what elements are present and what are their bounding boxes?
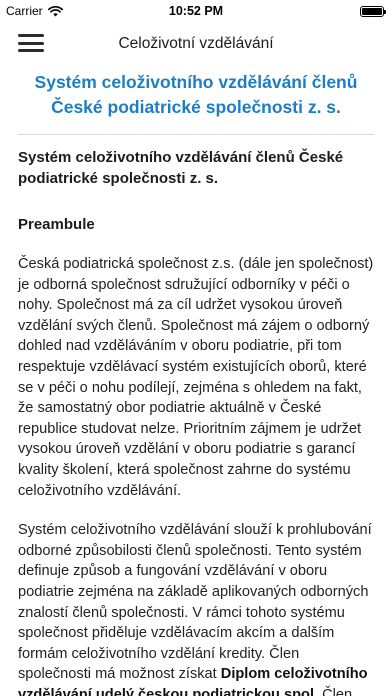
menu-line	[18, 49, 44, 52]
status-left: Carrier	[6, 4, 63, 18]
article-subheading: Systém celoživotního vzdělávání členů Če…	[18, 149, 344, 187]
section-title-preambule: Preambule	[18, 216, 95, 233]
paragraph-system-text: Systém celoživotního vzdělávání slouží k…	[18, 522, 372, 683]
navigation-bar: Celoživotní vzdělávání	[0, 22, 392, 66]
menu-line	[18, 41, 44, 45]
article-content: Systém celoživotního vzdělávání členů Če…	[0, 66, 392, 696]
paragraph-system: Systém celoživotního vzdělávání slouží k…	[18, 520, 374, 696]
article-heading: Systém celoživotního vzdělávání členů Če…	[18, 70, 374, 135]
battery-level	[362, 7, 382, 15]
menu-line	[18, 34, 44, 37]
status-bar: Carrier 10:52 PM	[0, 0, 392, 22]
nav-title: Celoživotní vzdělávání	[118, 35, 274, 52]
carrier-label: Carrier	[6, 4, 43, 18]
hamburger-menu-icon[interactable]	[18, 32, 44, 54]
paragraph-preambule: Česká podiatrická společnost z.s. (dále …	[18, 256, 374, 499]
wifi-icon	[47, 5, 63, 16]
battery-icon	[360, 5, 386, 17]
